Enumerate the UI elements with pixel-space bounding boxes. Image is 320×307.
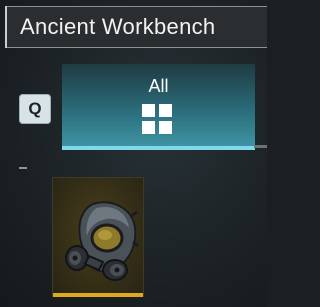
rarity-bar: [53, 293, 143, 297]
tab-strip-rule: [254, 145, 267, 148]
workbench-title: Ancient Workbench: [5, 6, 267, 48]
tab-hotkey-badge[interactable]: Q: [19, 94, 51, 124]
grid-icon: [142, 104, 172, 134]
inventory-slot[interactable]: [52, 177, 144, 297]
tab-all[interactable]: All: [62, 64, 255, 150]
tab-label: All: [148, 76, 169, 96]
collapse-dash: [19, 167, 27, 169]
gas-mask-icon: [65, 201, 139, 281]
